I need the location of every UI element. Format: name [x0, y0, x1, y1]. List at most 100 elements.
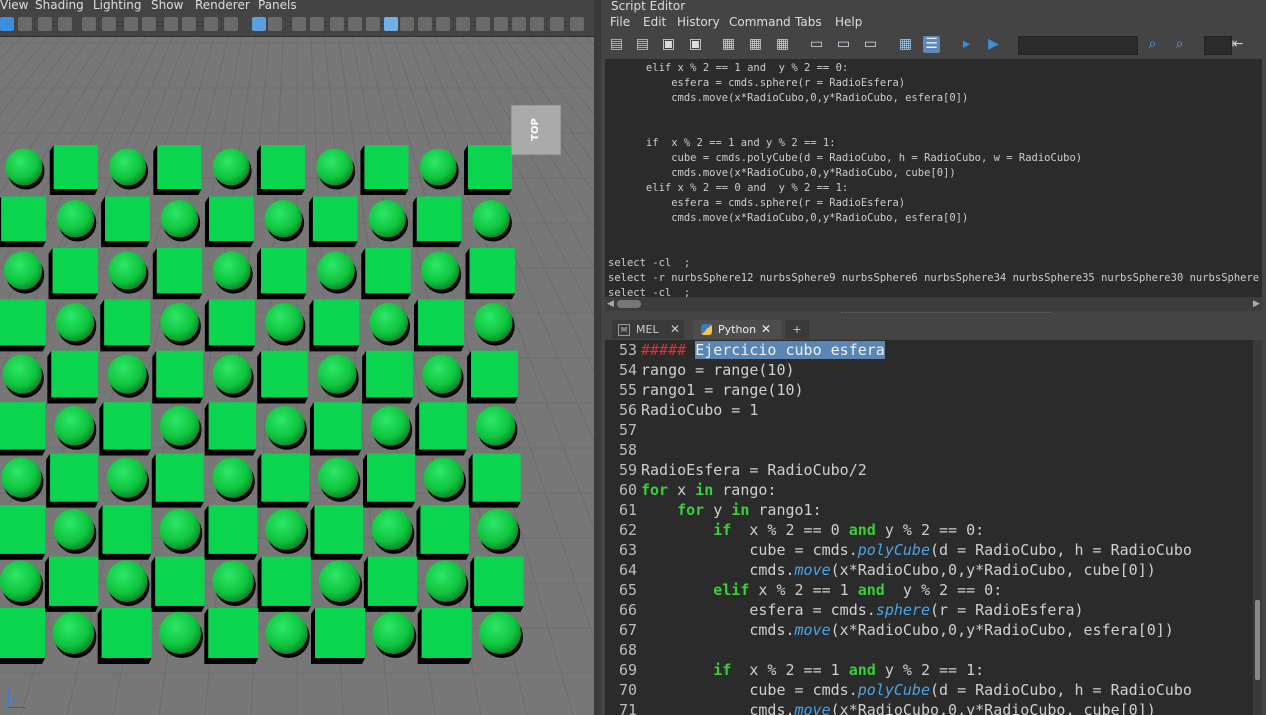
menu-edit[interactable]: Edit	[643, 13, 666, 31]
function-token: move	[794, 621, 831, 639]
grease-pencil-icon[interactable]	[570, 17, 584, 31]
gate-mask-icon[interactable]	[182, 17, 196, 31]
add-tab-button[interactable]: +	[785, 320, 809, 339]
camera-attributes-icon[interactable]	[512, 17, 526, 31]
script-editor-title: Script Editor	[611, 0, 686, 13]
2d-pan-zoom-icon[interactable]	[102, 17, 116, 31]
motion-blur-icon[interactable]	[384, 17, 398, 31]
menu-lighting[interactable]: Lighting	[93, 0, 142, 12]
cube-side	[470, 605, 524, 612]
show-input-icon[interactable]: ▭	[835, 36, 852, 53]
goto-line-icon[interactable]: ⇤	[1229, 36, 1246, 53]
search-next-icon[interactable]: ⌕	[1171, 36, 1188, 53]
open-script-icon[interactable]: ▤	[608, 36, 625, 53]
grid-icon[interactable]	[124, 17, 138, 31]
safe-action-icon[interactable]	[224, 17, 238, 31]
keyword-token: and	[848, 521, 876, 539]
history-horizontal-scrollbar[interactable]: ◀ ▶	[605, 297, 1262, 311]
source-script-icon[interactable]: ▤	[634, 36, 651, 53]
cube	[156, 247, 203, 294]
anti-aliasing-icon[interactable]	[400, 17, 414, 31]
save-script-icon[interactable]: ▣	[660, 36, 677, 53]
smooth-shade-icon[interactable]	[292, 17, 306, 31]
save-to-shelf-icon[interactable]: ▣	[687, 36, 704, 53]
tab-python[interactable]: Python ✕	[693, 320, 781, 339]
image-plane-icon[interactable]	[550, 17, 564, 31]
lights-icon[interactable]	[330, 17, 344, 31]
cube	[421, 608, 472, 658]
textured-icon[interactable]	[310, 17, 324, 31]
scroll-thumb[interactable]	[617, 300, 641, 308]
sphere	[55, 303, 95, 342]
goto-line-input[interactable]	[1204, 36, 1232, 55]
clear-history-icon[interactable]: ▦	[720, 36, 737, 53]
exposure-icon[interactable]	[476, 17, 490, 31]
safe-title-icon[interactable]	[252, 17, 266, 31]
shadows-icon[interactable]	[348, 17, 362, 31]
camera-select-icon[interactable]	[0, 17, 14, 31]
cube-side	[44, 556, 49, 612]
sphere	[106, 457, 148, 498]
sphere	[264, 200, 303, 238]
ambient-occlusion-icon[interactable]	[366, 17, 380, 31]
menu-tabs[interactable]: Tabs	[795, 13, 822, 31]
history-pane[interactable]: elif x % 2 == 1 and y % 2 == 0: esfera =…	[605, 59, 1262, 297]
cube	[104, 299, 151, 346]
scroll-left-icon[interactable]: ◀	[607, 299, 614, 309]
menu-file[interactable]: File	[610, 13, 630, 31]
menu-renderer[interactable]: Renderer	[195, 0, 250, 12]
menu-command[interactable]: Command	[729, 13, 791, 31]
menu-shading[interactable]: Shading	[35, 0, 84, 12]
search-icon[interactable]: ⌕	[1144, 36, 1161, 53]
camera-attributes-icon[interactable]	[18, 17, 32, 31]
panel-splitter[interactable]	[594, 0, 601, 715]
scroll-right-icon[interactable]: ▶	[1253, 299, 1260, 309]
cube-side	[360, 145, 365, 195]
clear-input-icon[interactable]: ▦	[747, 36, 764, 53]
mel-icon: M	[618, 324, 630, 336]
search-input[interactable]	[1018, 36, 1138, 55]
bookmark-icon[interactable]	[530, 17, 544, 31]
code-line: 64 cmds.move(x*RadioCubo,0,y*RadioCubo, …	[605, 560, 1156, 580]
camera-select-icon[interactable]	[494, 17, 508, 31]
grease-pencil-icon[interactable]	[82, 17, 96, 31]
viewport-panel: View Shading Lighting Show Renderer Pane…	[0, 0, 594, 715]
code-editor[interactable]: 71 cmds.move(x*RadioCubo,0,y*RadioCubo, …	[605, 340, 1262, 715]
code-token: x	[668, 481, 696, 499]
line-numbers-icon[interactable]: ☰	[923, 36, 940, 53]
menu-history[interactable]: History	[677, 13, 720, 31]
keyword-token: if	[713, 521, 732, 539]
resolution-gate-icon[interactable]	[164, 17, 178, 31]
field-chart-icon[interactable]	[204, 17, 218, 31]
code-token: y % 2 == 1:	[875, 661, 985, 679]
show-both-icon[interactable]: ▭	[862, 36, 879, 53]
close-icon[interactable]: ✕	[761, 320, 771, 339]
show-history-icon[interactable]: ▭	[808, 36, 825, 53]
clear-all-icon[interactable]: ▦	[774, 36, 791, 53]
tab-mel[interactable]: M MEL ✕	[612, 320, 684, 339]
film-gate-icon[interactable]	[142, 17, 156, 31]
scroll-thumb[interactable]	[1255, 600, 1260, 680]
image-plane-icon[interactable]	[58, 17, 72, 31]
cube	[156, 350, 203, 398]
echo-all-icon[interactable]: ▦	[897, 36, 914, 53]
wireframe-icon[interactable]	[268, 17, 282, 31]
code-vertical-scrollbar[interactable]	[1253, 340, 1262, 715]
execute-all-icon[interactable]: ▸	[958, 36, 975, 53]
sphere	[371, 509, 413, 550]
3d-viewport[interactable]: TOP z	[0, 37, 594, 715]
menu-help[interactable]: Help	[835, 13, 862, 31]
close-icon[interactable]: ✕	[670, 320, 680, 339]
menu-show[interactable]: Show	[151, 0, 183, 12]
bookmark-icon[interactable]	[38, 17, 52, 31]
xray-icon[interactable]	[436, 17, 450, 31]
viewcube[interactable]: TOP	[511, 105, 561, 155]
cube	[364, 145, 409, 189]
pane-divider[interactable]	[841, 312, 1051, 317]
execute-icon[interactable]: ▶	[985, 36, 1002, 53]
isolate-select-icon[interactable]	[418, 17, 432, 31]
menu-panels[interactable]: Panels	[258, 0, 297, 12]
menu-view[interactable]: View	[0, 0, 28, 12]
code-token: cmds.	[641, 561, 795, 579]
xray-joints-icon[interactable]	[456, 17, 470, 31]
